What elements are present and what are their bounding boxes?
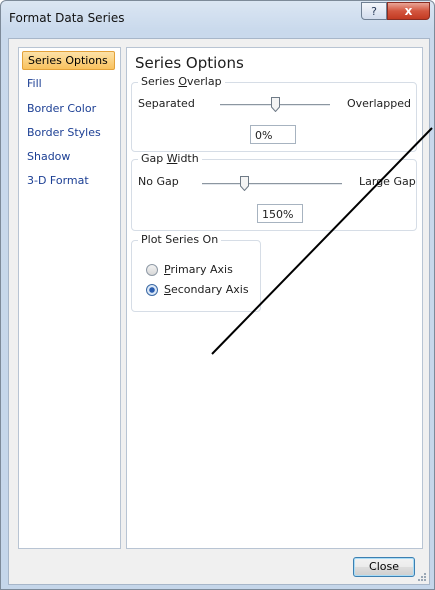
annotation-line — [211, 127, 433, 355]
